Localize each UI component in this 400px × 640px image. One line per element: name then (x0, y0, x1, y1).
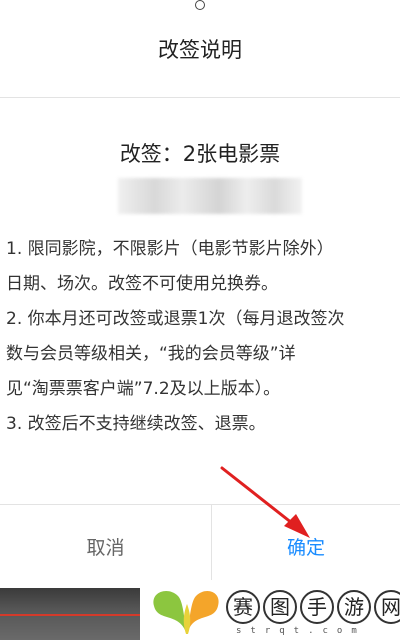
watermark-char: 游 (337, 590, 371, 624)
rule-line: 1. 限同影院，不限影片（电影节影片除外） (6, 239, 334, 259)
watermark-url: strqt.com (236, 626, 366, 636)
reschedule-dialog: 改签说明 改签：2张电影票 1. 限同影院，不限影片（电影节影片除外） 日期、场… (0, 0, 400, 588)
butterfly-logo-icon (153, 591, 219, 634)
confirm-button[interactable]: 确定 (212, 505, 400, 588)
watermark-text: 赛 图 手 游 网 (226, 590, 400, 624)
watermark-char: 网 (374, 590, 400, 624)
dialog-actions: 取消 确定 (0, 504, 400, 588)
rule-line: 日期、场次。改签不可使用兑换券。 (6, 274, 278, 294)
cancel-button[interactable]: 取消 (0, 505, 212, 588)
watermark-char: 图 (263, 590, 297, 624)
rules-list: 1. 限同影院，不限影片（电影节影片除外） 日期、场次。改签不可使用兑换券。 2… (6, 232, 400, 442)
ticket-summary: 改签：2张电影票 (119, 142, 281, 166)
watermark-char: 手 (300, 590, 334, 624)
progress-line (0, 614, 155, 616)
rule-line: 3. 改签后不支持继续改签、退票。 (6, 414, 266, 434)
site-watermark: 赛 图 手 游 网 strqt.com (140, 580, 400, 640)
watermark-char: 赛 (226, 590, 260, 624)
rule-line: 2. 你本月还可改签或退票1次（每月退改签次 (6, 309, 345, 329)
rule-line: 数与会员等级相关，“我的会员等级”详 (6, 344, 296, 364)
rule-line: 见“淘票票客户端”7.2及以上版本）。 (6, 379, 281, 399)
dialog-title: 改签说明 (158, 38, 242, 62)
blurred-info (118, 178, 302, 214)
dialog-header: 改签说明 (0, 0, 400, 98)
